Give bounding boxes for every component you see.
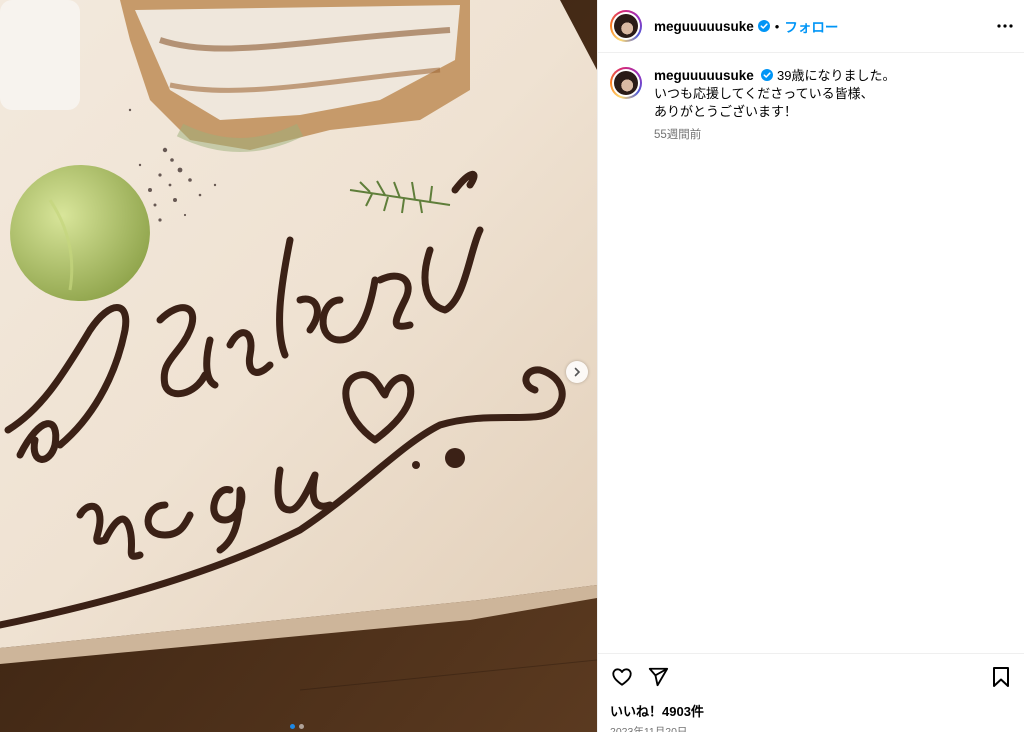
heart-icon [612,668,632,686]
send-icon [648,667,669,687]
birthday-plate-photo [0,0,597,732]
like-button[interactable] [610,665,634,689]
like-count[interactable]: いいね！4903件 [610,701,1013,720]
more-options-icon [997,24,1013,28]
post-caption: meguuuuusuke 39歳になりました。 いつも応援してくださっている皆様… [610,67,1012,144]
verified-badge-icon [757,20,770,32]
bookmark-icon [993,667,1009,687]
carousel-indicator [290,724,304,729]
separator-dot: • [774,18,780,34]
comments-section: meguuuuusuke 39歳になりました。 いつも応援してくださっている皆様… [598,53,1024,144]
share-button[interactable] [646,665,670,689]
avatar[interactable] [610,10,642,42]
carousel-dot-2 [299,724,304,729]
post-media[interactable] [0,0,597,732]
post-author-username[interactable]: meguuuuusuke [654,19,754,34]
caption-avatar[interactable] [610,67,642,99]
carousel-dot-1 [290,724,295,729]
more-options-button[interactable] [996,18,1014,34]
post-date[interactable]: 2023年11月20日 [610,724,1013,732]
chevron-right-icon [574,367,581,377]
post-actions-area: いいね！4903件 2023年11月20日 [598,653,1024,732]
carousel-next-button[interactable] [566,361,588,383]
verified-badge-icon [761,69,774,81]
post-header: meguuuuusuke • フォロー [598,0,1024,53]
caption-username[interactable]: meguuuuusuke [654,68,754,83]
post-details-panel: meguuuuusuke • フォロー meguuuuusuke 39歳になりま… [597,0,1024,732]
action-bar [610,654,1013,700]
save-button[interactable] [989,665,1013,689]
caption-timestamp[interactable]: 55週間前 [654,126,895,144]
follow-button[interactable]: フォロー [784,16,838,36]
